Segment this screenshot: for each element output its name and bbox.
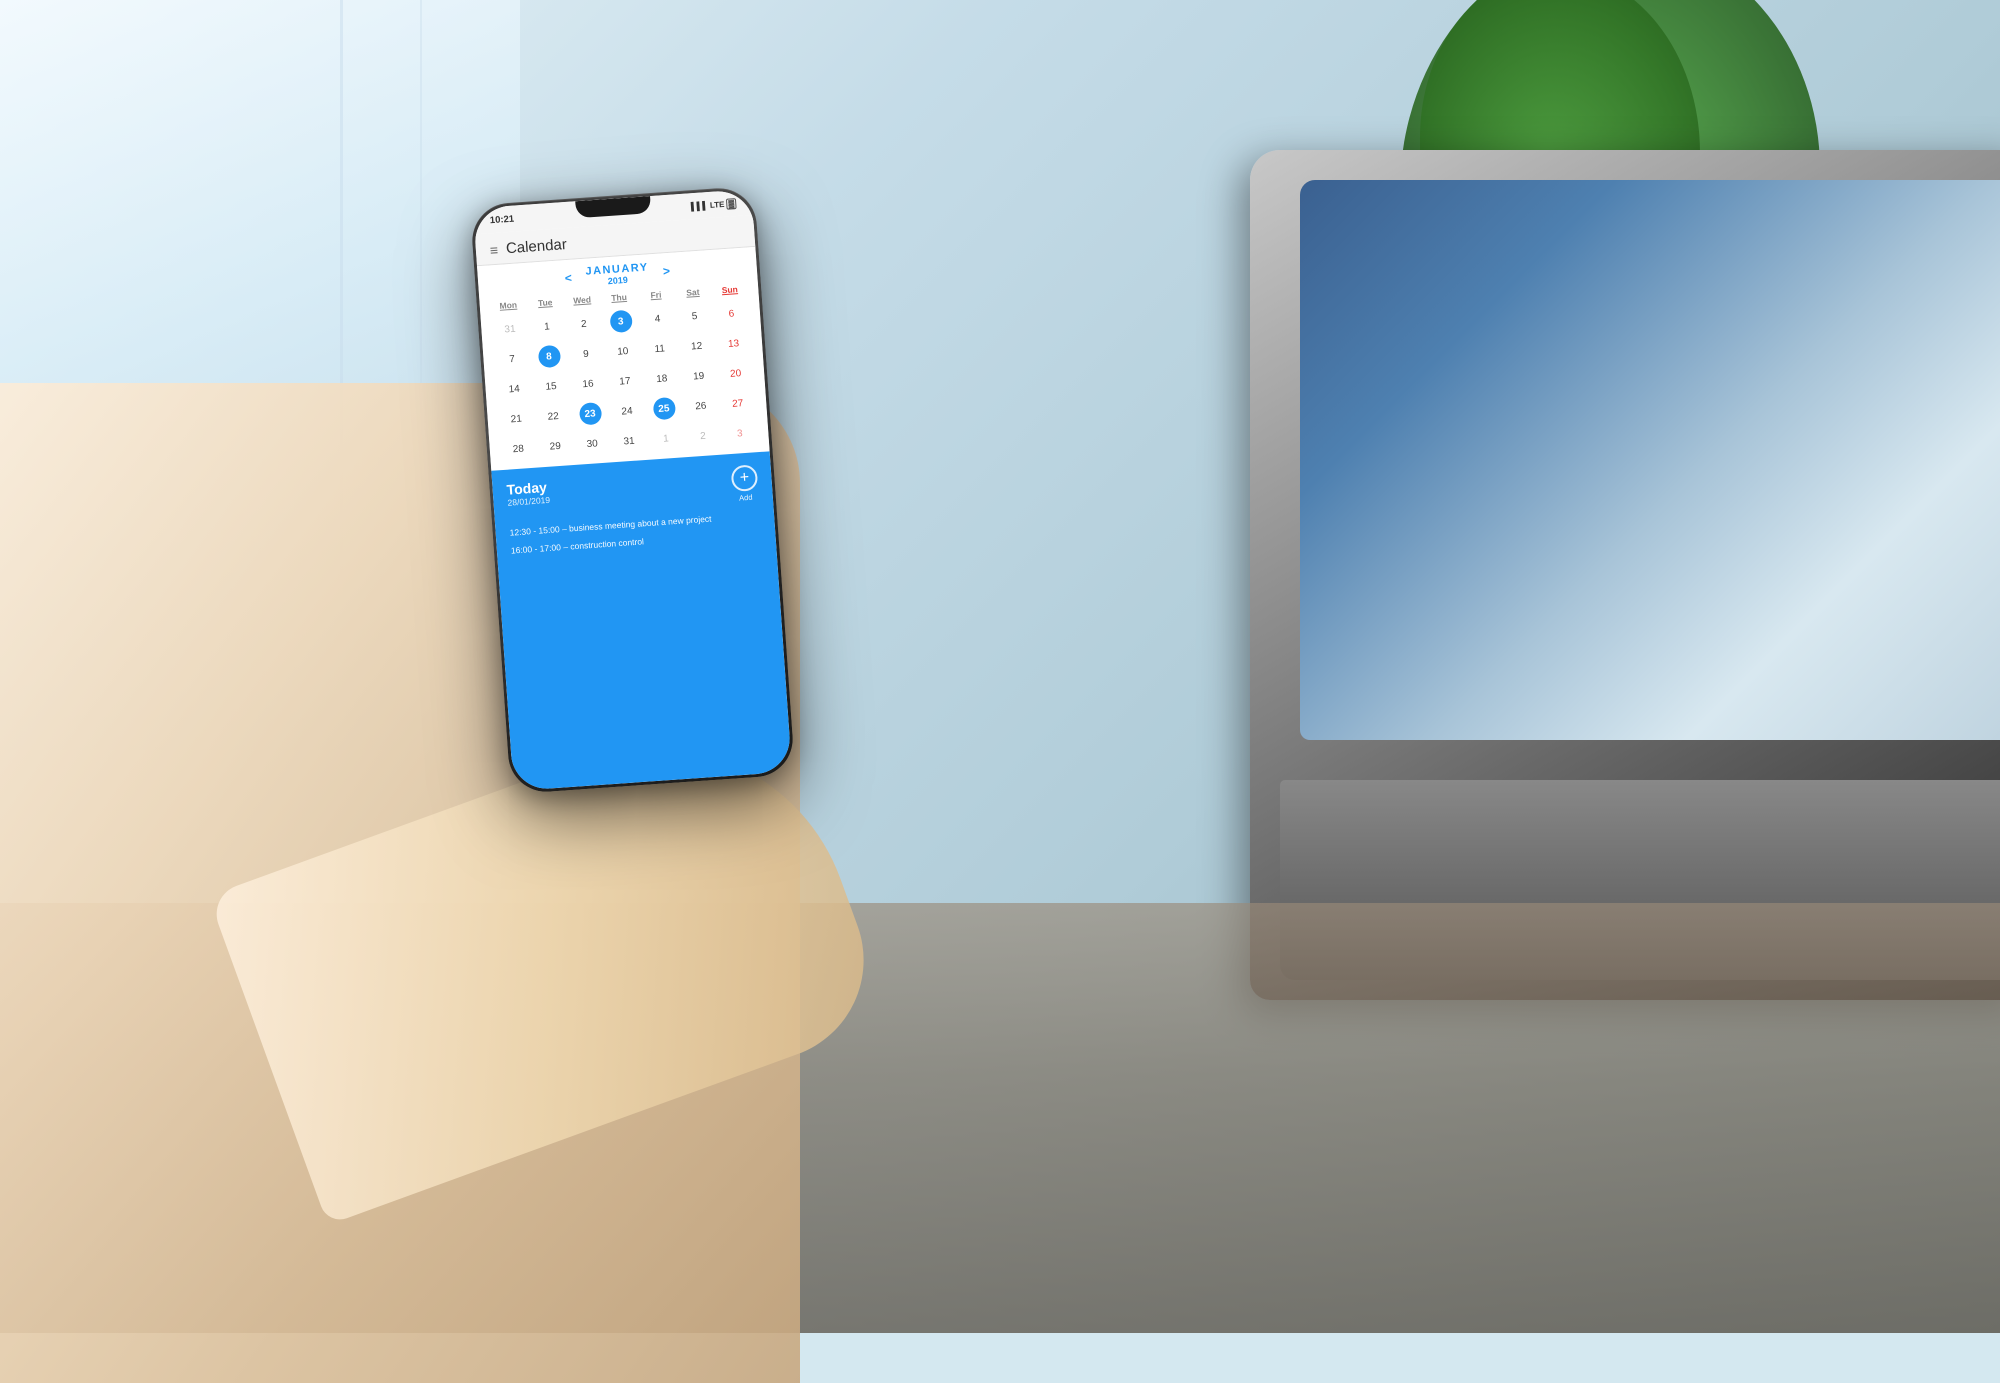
cal-cell[interactable]: 9 <box>566 339 605 370</box>
events-header: Today 28/01/2019 + Add <box>506 464 759 518</box>
events-panel: Today 28/01/2019 + Add 12:30 - 15:00 – b… <box>491 451 792 791</box>
cal-cell[interactable]: 30 <box>573 428 612 459</box>
cal-cell[interactable]: 12 <box>677 331 716 362</box>
cal-cell[interactable]: 2 <box>564 309 603 340</box>
month-year-display: JANUARY 2019 <box>585 261 650 287</box>
day-header-tue: Tue <box>526 293 564 312</box>
cal-cell[interactable]: 4 <box>638 304 677 335</box>
cal-cell-other[interactable]: 2 <box>683 421 722 452</box>
cal-cell[interactable]: 29 <box>536 431 575 462</box>
phone-shell: 10:21 ▌▌▌ LTE ▓ ≡ Calendar < JANU <box>470 186 795 794</box>
cal-cell-other-sun[interactable]: 3 <box>720 418 759 449</box>
prev-month-button[interactable]: < <box>564 271 572 285</box>
cal-cell[interactable]: 24 <box>608 396 647 427</box>
day-header-sat: Sat <box>674 283 712 302</box>
cal-cell[interactable]: 21 <box>497 404 536 435</box>
day-header-fri: Fri <box>637 286 675 305</box>
cal-cell[interactable]: 26 <box>681 391 720 422</box>
add-event-button[interactable]: + <box>731 464 759 492</box>
cal-cell[interactable]: 7 <box>493 344 532 375</box>
cal-cell[interactable]: 31 <box>610 426 649 457</box>
calendar-grid: Mon Tue Wed Thu Fri Sat Sun 31 1 2 3 <box>479 280 769 471</box>
cal-cell-23[interactable]: 23 <box>571 399 610 430</box>
cal-cell[interactable]: 28 <box>499 434 538 465</box>
cal-cell-sun[interactable]: 27 <box>718 388 757 419</box>
cal-cell[interactable]: 5 <box>675 301 714 332</box>
events-today-section: Today 28/01/2019 <box>506 479 550 508</box>
cal-cell[interactable]: 19 <box>679 361 718 392</box>
cal-cell[interactable]: 14 <box>495 374 534 405</box>
cal-cell[interactable]: 1 <box>527 311 566 342</box>
next-month-button[interactable]: > <box>662 264 670 278</box>
cal-cell[interactable]: 15 <box>532 371 571 402</box>
cal-cell-sun[interactable]: 20 <box>716 358 755 389</box>
status-time: 10:21 <box>489 213 514 226</box>
hamburger-icon[interactable]: ≡ <box>489 241 498 258</box>
cal-cell-25[interactable]: 25 <box>644 393 683 424</box>
app-title: Calendar <box>505 236 567 257</box>
bg-laptop-screen <box>1300 180 2000 740</box>
network-indicator: LTE <box>710 199 725 209</box>
cal-cell[interactable]: 31 <box>491 314 530 345</box>
cal-cell[interactable]: 11 <box>640 334 679 365</box>
cal-cell-8[interactable]: 8 <box>530 341 569 372</box>
signal-icon: ▌▌▌ <box>691 201 709 211</box>
cal-cell[interactable]: 10 <box>603 336 642 367</box>
cal-cell[interactable]: 16 <box>569 369 608 400</box>
background-scene: 10:21 ▌▌▌ LTE ▓ ≡ Calendar < JANU <box>0 0 2000 1333</box>
cal-cell-3[interactable]: 3 <box>601 306 640 337</box>
notch <box>575 196 651 218</box>
add-button-group[interactable]: + Add <box>731 464 760 503</box>
cal-cell[interactable]: 18 <box>642 363 681 394</box>
phone-screen: 10:21 ▌▌▌ LTE ▓ ≡ Calendar < JANU <box>473 189 792 791</box>
day-header-thu: Thu <box>600 288 638 307</box>
day-header-mon: Mon <box>489 296 527 315</box>
add-label: Add <box>739 493 753 503</box>
day-header-sun: Sun <box>711 280 749 299</box>
day-header-wed: Wed <box>563 291 601 310</box>
cal-cell[interactable]: 22 <box>534 401 573 432</box>
cal-cell-other[interactable]: 1 <box>647 423 686 454</box>
events-date: 28/01/2019 <box>507 495 550 508</box>
status-icons: ▌▌▌ LTE ▓ <box>691 198 737 212</box>
battery-icon: ▓ <box>726 198 737 210</box>
cal-cell-sun[interactable]: 13 <box>714 328 753 359</box>
phone-container: 10:21 ▌▌▌ LTE ▓ ≡ Calendar < JANU <box>470 186 795 794</box>
cal-cell-sun[interactable]: 6 <box>712 298 751 329</box>
cal-cell[interactable]: 17 <box>605 366 644 397</box>
